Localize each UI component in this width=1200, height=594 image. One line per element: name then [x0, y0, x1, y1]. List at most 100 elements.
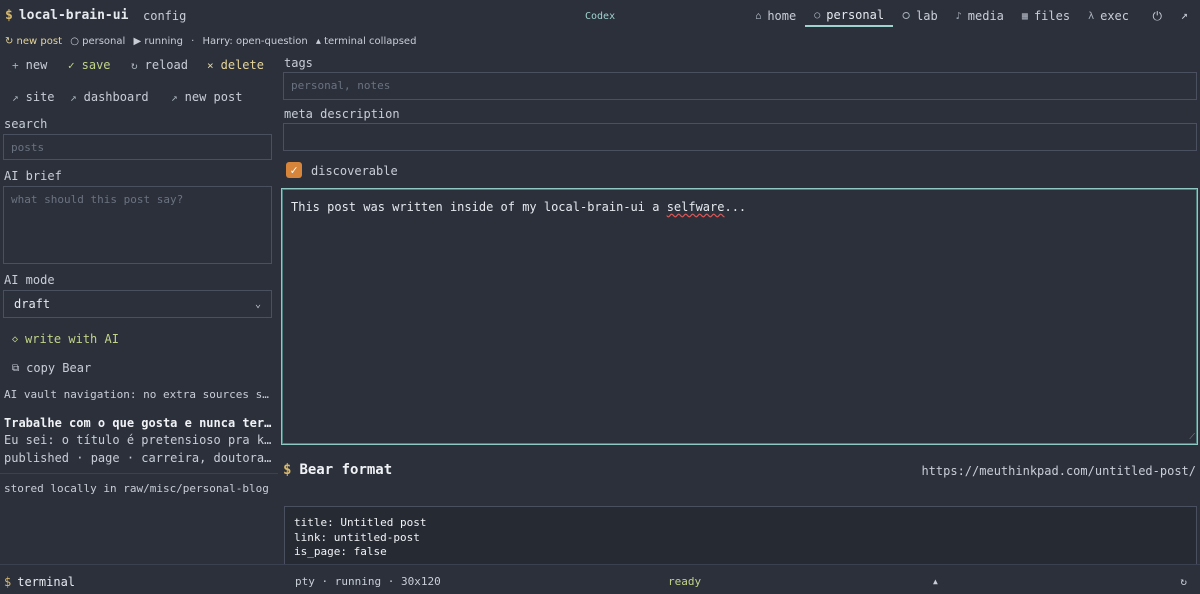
post-title[interactable]: Trabalhe com o que gosta e nunca terá um… [4, 416, 272, 430]
refresh-icon[interactable]: ↻ [1180, 575, 1187, 588]
expand-terminal-icon[interactable]: ▲ [933, 577, 938, 586]
toolbar-row-2: ↗ site ↗ dashboard ↗ new post [12, 90, 242, 104]
status-harry: Harry: open-question [202, 36, 308, 47]
new-post-label: new post [184, 90, 243, 104]
dashboard-link[interactable]: ↗ dashboard [70, 90, 171, 104]
resize-handle-icon[interactable]: ⟋ [1189, 432, 1195, 442]
status-running: ▶ running [133, 36, 183, 47]
nav-label: personal [826, 8, 885, 22]
external-link-icon: ↗ [70, 90, 77, 104]
top-bar: $ local-brain-ui config Codex ⌂ home ○ pe… [0, 0, 1200, 33]
meta-description-label: meta description [284, 107, 400, 121]
post-excerpt: Eu sei: o título é pretensioso pra kct. [4, 433, 272, 447]
reload-icon: ↻ [131, 58, 138, 72]
search-input[interactable]: posts [3, 134, 272, 160]
nav-personal[interactable]: ○ personal [805, 5, 894, 27]
check-icon: ✓ [68, 58, 75, 72]
reload-button[interactable]: ↻ reload [131, 58, 207, 72]
lambda-icon: λ [1088, 10, 1095, 22]
app-brand[interactable]: $ local-brain-ui [5, 8, 128, 23]
nav-home[interactable]: ⌂ home [746, 5, 805, 27]
vault-navigation-note: AI vault navigation: no extra sources se… [4, 388, 272, 401]
sidebar: + new ✓ save ↻ reload × delete ↗ site ↗ … [0, 54, 278, 564]
status-line: ↻ new post ○ personal ▶ running · Harry:… [5, 36, 421, 47]
nav-files[interactable]: ▦ files [1013, 5, 1079, 27]
site-link[interactable]: ↗ site [12, 90, 70, 104]
terminal-label: terminal [17, 575, 76, 589]
status-separator: · [191, 36, 195, 47]
discoverable-checkbox[interactable]: ✓ [286, 162, 302, 178]
discoverable-label: discoverable [311, 164, 398, 178]
new-label: new [25, 58, 48, 72]
circle-icon: ○ [814, 9, 821, 21]
ai-mode-select[interactable]: draft ⌄ [3, 290, 272, 318]
check-icon: ✓ [290, 163, 298, 177]
tags-input[interactable]: personal, notes [283, 72, 1197, 100]
reload-label: reload [144, 58, 188, 72]
prompt-dollar: $ [4, 575, 12, 589]
diamond-icon: ◇ [12, 333, 19, 345]
nav-lab[interactable]: ⭘ lab [893, 5, 947, 27]
editor-text-end: ... [724, 200, 747, 214]
misspelled-word: selfware [666, 200, 725, 214]
ai-mode-label: AI mode [4, 273, 55, 287]
brand-name: local-brain-ui [18, 8, 129, 23]
status-new-post: ↻ new post [5, 36, 63, 47]
delete-button[interactable]: × delete [207, 58, 264, 72]
bear-post-link[interactable]: https://meuthinkpad.com/untitled-post/ [921, 464, 1196, 478]
bear-heading-text: Bear format [299, 462, 393, 478]
code-line: title: Untitled post [294, 516, 427, 529]
nav-exec[interactable]: λ exec [1079, 5, 1138, 27]
terminal-toggle[interactable]: $ terminal [4, 575, 75, 589]
bear-format-heading: $ Bear format [283, 462, 392, 478]
divider [0, 473, 278, 474]
plus-icon: + [12, 58, 19, 72]
storage-note: stored locally in raw/misc/personal-blog [4, 482, 269, 495]
write-with-ai-button[interactable]: ◇ write with AI [12, 332, 119, 346]
status-terminal: ▴ terminal collapsed [315, 36, 417, 47]
pty-status: pty · running · 30x120 [295, 575, 441, 588]
save-label: save [81, 58, 111, 72]
code-line: link: untitled-post [294, 530, 420, 544]
nav-label: home [767, 9, 797, 23]
new-post-link[interactable]: ↗ new post [171, 90, 242, 104]
lab-icon: ⭘ [902, 10, 911, 22]
meta-description-input[interactable] [283, 123, 1197, 151]
ai-brief-label: AI brief [4, 169, 62, 183]
close-icon: × [207, 58, 214, 72]
dashboard-label: dashboard [83, 90, 149, 104]
ready-status: ready [668, 575, 702, 588]
tags-label: tags [284, 56, 313, 70]
save-button[interactable]: ✓ save [68, 58, 131, 72]
power-icon[interactable]: ⏻ [1153, 9, 1163, 24]
editor-text: This post was written inside of my local… [291, 200, 667, 214]
main-nav: ⌂ home ○ personal ⭘ lab ♪ media ▦ files … [746, 5, 1138, 27]
site-label: site [25, 90, 55, 104]
toolbar-row-1: + new ✓ save ↻ reload × delete [12, 58, 264, 72]
ai-mode-value: draft [14, 297, 51, 311]
search-label: search [4, 117, 48, 131]
bear-format-output: title: Untitled post link: untitled-post… [284, 506, 1197, 566]
post-body-editor[interactable]: This post was written inside of my local… [281, 188, 1198, 445]
copy-bear-button[interactable]: ⧉ copy Bear [12, 361, 91, 375]
post-meta: published · page · carreira, doutorado [4, 451, 272, 465]
nav-label: files [1033, 9, 1071, 23]
nav-label: media [967, 9, 1004, 23]
external-link-icon[interactable]: ↗ [1181, 8, 1188, 22]
prompt-dollar: $ [283, 462, 292, 478]
config-link[interactable]: config [143, 9, 186, 23]
nav-label: exec [1100, 9, 1129, 23]
nav-label: lab [916, 9, 938, 23]
code-line: is_page: false [294, 545, 387, 559]
new-button[interactable]: + new [12, 58, 68, 72]
home-icon: ⌂ [755, 10, 762, 22]
copy-icon: ⧉ [12, 362, 20, 374]
prompt-dollar: $ [5, 8, 13, 23]
grid-icon: ▦ [1021, 10, 1028, 22]
nav-media[interactable]: ♪ media [947, 5, 1013, 27]
music-note-icon: ♪ [955, 10, 962, 22]
chevron-down-icon: ⌄ [254, 298, 261, 310]
status-personal: ○ personal [70, 36, 126, 47]
ai-brief-textarea[interactable]: what should this post say? [3, 186, 272, 264]
external-link-icon: ↗ [171, 90, 178, 104]
